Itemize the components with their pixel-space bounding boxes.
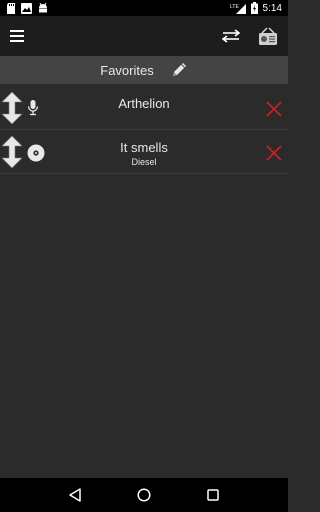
status-time: 5:14	[262, 2, 282, 14]
microphone-icon	[27, 100, 39, 121]
list-item[interactable]: It smells Diesel	[0, 130, 288, 174]
radio-icon[interactable]	[258, 26, 278, 46]
list-item-subtitle: Diesel	[131, 157, 157, 167]
drag-handle-icon[interactable]	[1, 91, 23, 129]
delete-icon[interactable]	[266, 145, 282, 166]
image-icon	[21, 2, 32, 14]
list-item[interactable]: Arthelion	[0, 86, 288, 130]
navigation-bar	[0, 478, 288, 512]
list-item-texts: Arthelion	[40, 96, 248, 112]
favorites-title: Favorites	[100, 62, 154, 78]
sd-card-icon	[6, 2, 16, 14]
menu-icon[interactable]	[10, 30, 26, 42]
network-label: LTE	[230, 4, 239, 10]
battery-charging-icon	[250, 2, 258, 14]
status-bar: LTE 5:14	[0, 0, 288, 16]
recents-icon[interactable]	[206, 488, 220, 502]
list-item-title: Arthelion	[118, 96, 170, 111]
pencil-icon[interactable]	[170, 61, 188, 79]
lte-signal-icon: LTE	[230, 3, 246, 14]
swap-icon[interactable]	[222, 29, 240, 43]
delete-icon[interactable]	[266, 101, 282, 122]
back-icon[interactable]	[68, 488, 82, 502]
home-icon[interactable]	[137, 488, 151, 502]
favorites-list: Arthelion It smells Diesel	[0, 86, 288, 174]
list-item-title: It smells	[120, 140, 168, 155]
favorites-header: Favorites	[0, 56, 288, 84]
android-debug-icon	[37, 3, 49, 13]
drag-handle-icon[interactable]	[1, 135, 23, 173]
list-item-texts: It smells Diesel	[40, 140, 248, 168]
app-bar	[0, 16, 288, 56]
